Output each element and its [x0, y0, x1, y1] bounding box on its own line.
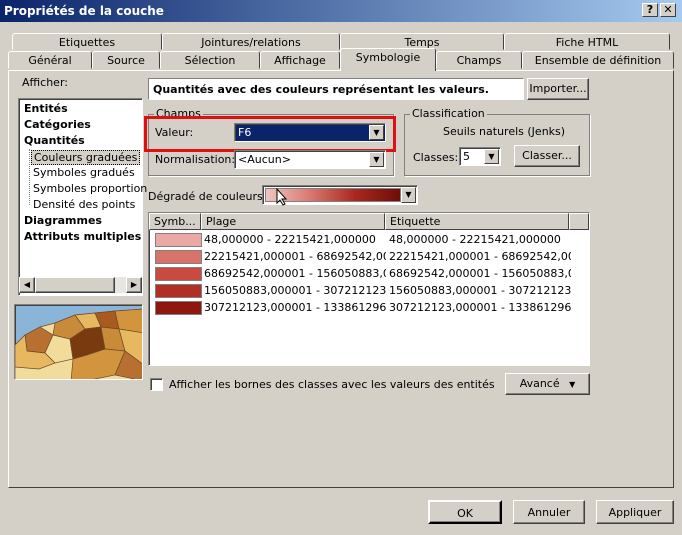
classer-button[interactable]: Classer... [514, 145, 580, 167]
tab-etiquettes[interactable]: Etiquettes [12, 33, 162, 50]
tab-affichage[interactable]: Affichage [260, 51, 340, 69]
class-swatch[interactable] [155, 250, 202, 264]
chevron-down-icon: ▼ [569, 380, 576, 389]
window-title: Propriétés de la couche [4, 4, 164, 18]
mouse-cursor-icon [276, 188, 288, 206]
scroll-thumb[interactable] [35, 277, 115, 293]
col-header-plage[interactable]: Plage [201, 213, 385, 230]
annuler-button[interactable]: Annuler [513, 500, 585, 524]
tree-densite-points[interactable]: Densité des points [33, 198, 135, 211]
plage-cell[interactable]: 307212123,000001 - 1338612968,0( [204, 301, 386, 317]
col-header-extra [569, 213, 589, 230]
africa-map-icon [15, 308, 142, 379]
col-header-symbole[interactable]: Symb... [149, 213, 201, 230]
etiquette-cell[interactable]: 156050883,000001 - 307212123,00( [389, 284, 571, 300]
tab-fiche-html[interactable]: Fiche HTML [504, 33, 670, 50]
tree-categories[interactable]: Catégories [24, 118, 91, 131]
tree-line [29, 149, 30, 205]
tab-selection[interactable]: Sélection [160, 51, 260, 69]
appliquer-button[interactable]: Appliquer [596, 500, 674, 524]
class-swatch[interactable] [155, 267, 202, 281]
afficher-label: Afficher: [22, 76, 68, 89]
avance-button[interactable]: Avancé ▼ [505, 373, 590, 395]
display-tree[interactable]: Entités Catégories Quantités Couleurs gr… [18, 98, 147, 296]
preview-map [14, 304, 143, 380]
classification-method: Seuils naturels (Jenks) [443, 125, 566, 138]
tab-symbologie[interactable]: Symbologie [340, 48, 436, 71]
plage-cell[interactable]: 156050883,000001 - 307212123,00( [204, 284, 386, 300]
tree-symboles-gradues[interactable]: Symboles gradués [33, 166, 135, 179]
avance-button-label: Avancé [519, 377, 560, 390]
table-row[interactable]: 307212123,000001 - 1338612968,0( 3072121… [149, 300, 589, 316]
tab-general[interactable]: Général [8, 51, 92, 69]
ok-button[interactable]: OK [428, 500, 502, 524]
tree-hscrollbar[interactable]: ◀ ▶ [19, 277, 142, 293]
class-swatch[interactable] [155, 301, 202, 315]
etiquette-cell[interactable]: 68692542,000001 - 156050883,000001 [389, 267, 571, 283]
tree-quantites[interactable]: Quantités [24, 134, 85, 147]
etiquette-cell[interactable]: 22215421,000001 - 68692542,00000( [389, 250, 571, 266]
table-row[interactable]: 48,000000 - 22215421,000000 48,000000 - … [149, 232, 589, 248]
tree-attributs-multiples[interactable]: Attributs multiples [24, 230, 141, 243]
chevron-down-icon[interactable]: ▼ [369, 152, 384, 167]
tree-symboles-proportion[interactable]: Symboles proportion [33, 182, 147, 195]
red-highlight-annotation [144, 116, 396, 152]
plage-cell[interactable]: 22215421,000001 - 68692542,00000( [204, 250, 386, 266]
scroll-left-icon[interactable]: ◀ [19, 277, 35, 293]
plage-cell[interactable]: 68692542,000001 - 156050883,000( [204, 267, 386, 283]
classes-select-value: 5 [463, 150, 470, 163]
tab-source[interactable]: Source [92, 51, 160, 69]
symbology-heading: Quantités avec des couleurs représentant… [148, 78, 524, 100]
classification-group-label: Classification [410, 107, 487, 120]
col-header-etiquette[interactable]: Etiquette [385, 213, 569, 230]
tab-champs[interactable]: Champs [436, 51, 522, 69]
normalisation-select[interactable]: <Aucun> ▼ [234, 150, 386, 169]
scroll-right-icon[interactable]: ▶ [126, 277, 142, 293]
normalisation-select-value: <Aucun> [238, 153, 291, 166]
chevron-down-icon[interactable]: ▼ [401, 187, 416, 203]
table-row[interactable]: 22215421,000001 - 68692542,00000( 222154… [149, 249, 589, 265]
normalisation-label: Normalisation: [155, 153, 236, 166]
tab-ensemble-definition[interactable]: Ensemble de définition [522, 51, 674, 69]
degrade-label: Dégradé de couleurs: [148, 190, 267, 203]
tree-entites[interactable]: Entités [24, 102, 68, 115]
class-swatch[interactable] [155, 233, 202, 247]
title-bar: Propriétés de la couche [0, 0, 682, 22]
class-table[interactable]: Symb... Plage Etiquette 48,000000 - 2221… [148, 212, 590, 366]
table-row[interactable]: 68692542,000001 - 156050883,000( 6869254… [149, 266, 589, 282]
afficher-bornes-label: Afficher les bornes des classes avec les… [169, 378, 495, 391]
help-button[interactable]: ? [642, 3, 658, 17]
tab-jointures[interactable]: Jointures/relations [162, 33, 340, 50]
class-swatch[interactable] [155, 284, 202, 298]
classes-label: Classes: [413, 151, 459, 164]
etiquette-cell[interactable]: 307212123,000001 - 1338612968,0( [389, 301, 571, 317]
close-button[interactable]: ✕ [660, 3, 676, 17]
etiquette-cell[interactable]: 48,000000 - 22215421,000000 [389, 233, 571, 249]
tree-couleurs-graduees[interactable]: Couleurs graduées [31, 150, 141, 165]
importer-button[interactable]: Importer... [527, 78, 589, 100]
classes-select[interactable]: 5 ▼ [459, 147, 501, 166]
plage-cell[interactable]: 48,000000 - 22215421,000000 [204, 233, 386, 249]
afficher-bornes-checkbox[interactable] [150, 378, 163, 391]
table-row[interactable]: 156050883,000001 - 307212123,00( 1560508… [149, 283, 589, 299]
tree-diagrammes[interactable]: Diagrammes [24, 214, 102, 227]
chevron-down-icon[interactable]: ▼ [484, 149, 499, 164]
